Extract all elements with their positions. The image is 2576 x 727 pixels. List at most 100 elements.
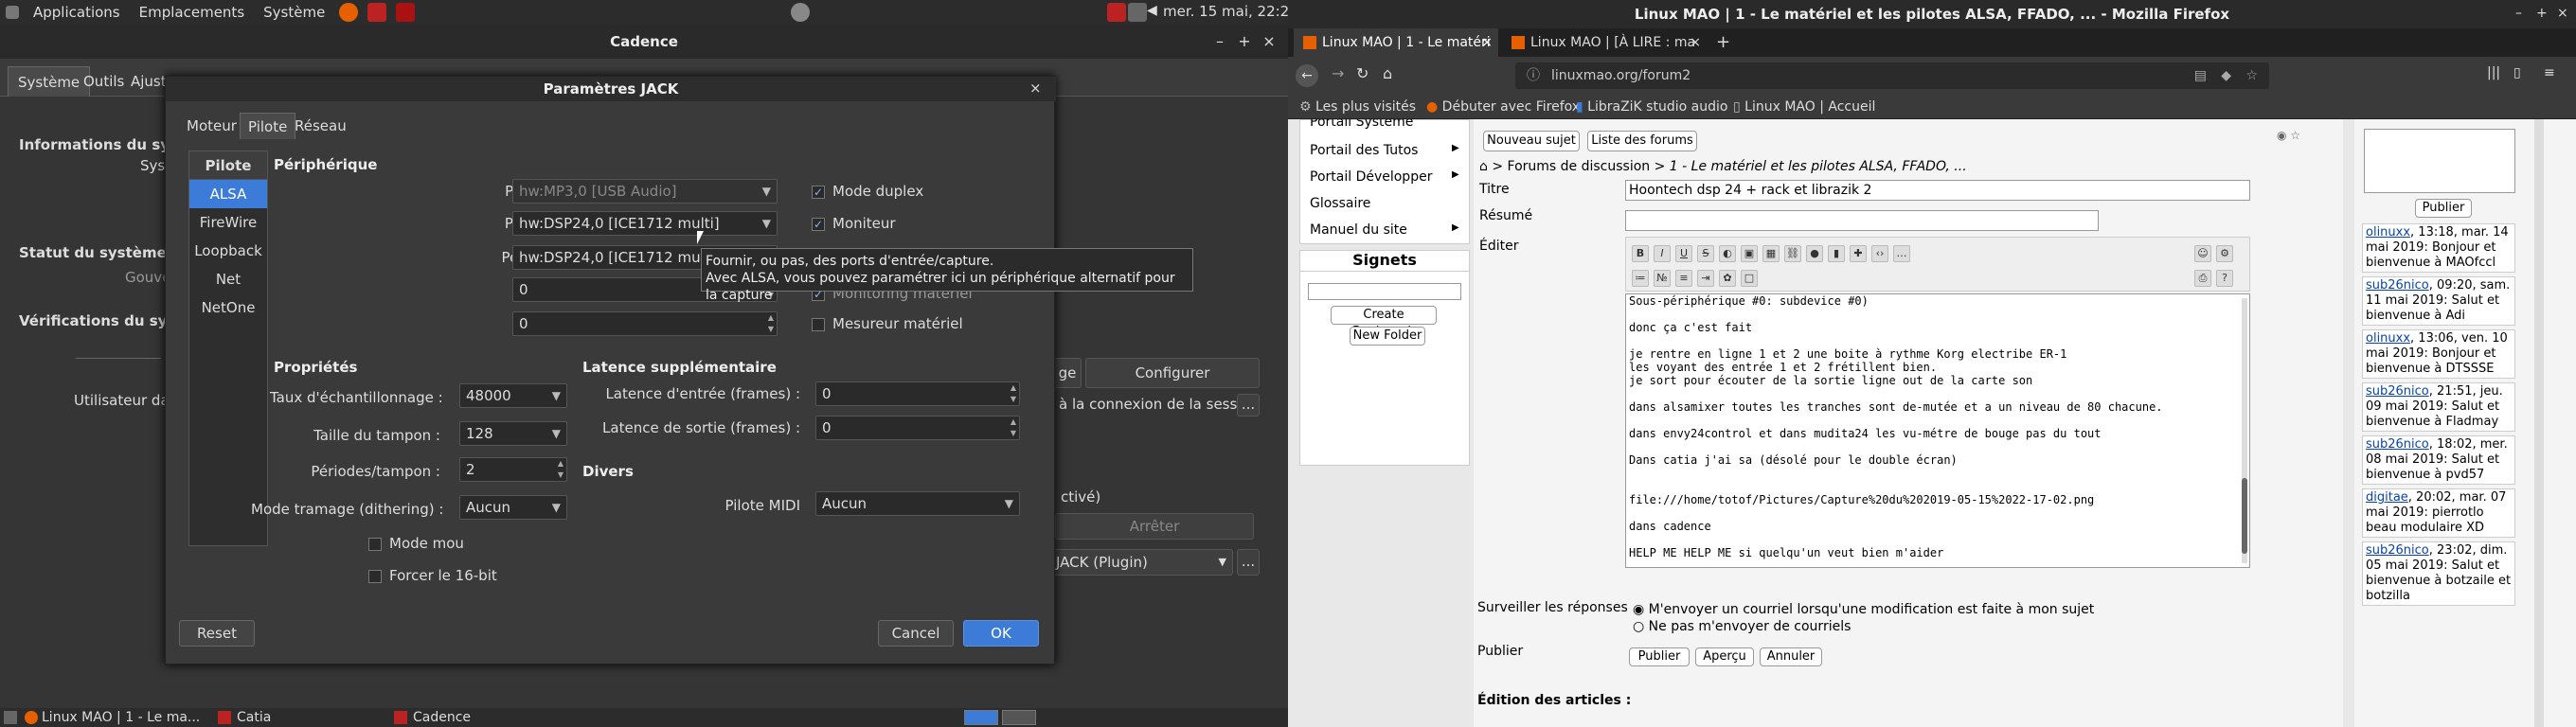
box-icon[interactable]: □: [1741, 270, 1758, 287]
spin-arrows-icon[interactable]: ▲▼: [1011, 382, 1016, 405]
show-desktop-icon[interactable]: [4, 711, 17, 724]
maximize-icon[interactable]: +: [2536, 6, 2548, 21]
weather-icon[interactable]: [791, 3, 810, 22]
driver-alsa[interactable]: ALSA: [189, 180, 267, 208]
workspace-1[interactable]: [964, 710, 998, 725]
italic-icon[interactable]: I: [1654, 245, 1671, 262]
ok-button[interactable]: OK: [963, 620, 1039, 647]
breadcrumb-topic[interactable]: 1 - Le matériel et les pilotes ALSA, FFA…: [1670, 159, 1967, 174]
print-icon[interactable]: ⎙: [2194, 270, 2211, 287]
flag-uk-icon[interactable]: ✚: [1850, 245, 1867, 262]
menu-portail-dev[interactable]: Portail Développer: [1310, 169, 1432, 185]
sample-rate-combo[interactable]: 48000 ▼: [459, 383, 567, 408]
menu-places[interactable]: Emplacements: [130, 4, 255, 21]
tab-close-icon[interactable]: ×: [1690, 28, 1701, 57]
bridge-more-button[interactable]: ...: [1237, 549, 1260, 576]
align-icon[interactable]: ≡: [1675, 270, 1692, 287]
bookmark-most-visited[interactable]: ⚙ Les plus visités: [1299, 95, 1416, 119]
driver-firewire[interactable]: FireWire: [189, 208, 267, 237]
image-icon[interactable]: ▣: [1741, 245, 1758, 262]
close-icon[interactable]: ×: [2557, 6, 2568, 21]
configure-button[interactable]: Configurer: [1085, 358, 1260, 388]
reader-icon[interactable]: ▤: [2194, 62, 2207, 89]
shoutbox-publish-button[interactable]: Publier: [2415, 199, 2472, 218]
output-channels-spinbox[interactable]: 0 ▲ ▼: [512, 311, 778, 336]
minimize-icon[interactable]: –: [2515, 6, 2522, 21]
interface-combo[interactable]: hw:MP3,0 [USB Audio] ▼: [512, 179, 778, 204]
watch-option-1[interactable]: ◉ M'envoyer un courriel lorsqu'une modif…: [1633, 602, 2094, 617]
help-icon[interactable]: ?: [2216, 270, 2233, 287]
bridge-combo[interactable]: JACK (Plugin) ▼: [1049, 549, 1233, 576]
star-icon[interactable]: ☆: [2245, 62, 2258, 89]
buffer-size-combo[interactable]: 128 ▼: [459, 421, 567, 446]
cancel-button[interactable]: Annuler: [1760, 647, 1822, 666]
menu-system[interactable]: Système: [254, 4, 334, 21]
table-icon[interactable]: ▦: [1762, 245, 1780, 262]
numbered-list-icon[interactable]: №: [1654, 270, 1671, 287]
periods-spinbox[interactable]: 2 ▲ ▼: [459, 457, 567, 482]
output-latency-spinbox[interactable]: 0 ▲ ▼: [815, 416, 1020, 440]
spin-arrows-icon[interactable]: ▲▼: [768, 312, 774, 335]
view-icon[interactable]: ◉ ☆: [2277, 129, 2300, 142]
editor-textarea[interactable]: Sous-périphérique #0: subdevice #0) donc…: [1625, 293, 2250, 568]
forward-icon[interactable]: →: [1332, 64, 1344, 82]
url-bar[interactable]: ⓘ linuxmao.org/forum2 ▤ ◆ ☆: [1515, 62, 2269, 89]
new-tab-icon[interactable]: +: [1716, 32, 1730, 52]
underline-icon[interactable]: U: [1675, 245, 1692, 262]
home-icon[interactable]: ⌂: [1479, 159, 1488, 174]
clock[interactable]: mer. 15 mai, 22:24: [1163, 3, 1298, 20]
link-icon[interactable]: ⛓: [1784, 245, 1801, 262]
taskbar-item-cadence[interactable]: Cadence: [394, 708, 546, 727]
library-icon[interactable]: |||: [2487, 65, 2500, 80]
stop-button[interactable]: Arrêter: [1055, 513, 1254, 540]
force-16bit-checkbox[interactable]: Forcer le 16-bit: [368, 567, 497, 584]
bookmark-librazik[interactable]: ▮ LibraZiK studio audio: [1576, 95, 1727, 119]
midi-driver-combo[interactable]: Aucun ▼: [815, 491, 1020, 516]
app-launcher-icon[interactable]: [367, 3, 387, 22]
watch-option-2[interactable]: ○ Ne pas m'envoyer de courriels: [1633, 619, 1851, 634]
tab-linuxmao-1[interactable]: Linux MAO | 1 - Le matéri ×: [1294, 28, 1498, 57]
sidebar-icon[interactable]: ▯: [2513, 65, 2521, 80]
driver-netone[interactable]: NetOne: [189, 293, 267, 322]
bold-icon[interactable]: B: [1632, 245, 1649, 262]
tray-app-icon[interactable]: [1107, 3, 1126, 22]
hw-meter-checkbox[interactable]: Mesureur matériel: [812, 315, 963, 332]
tab-close-icon[interactable]: ×: [1481, 28, 1493, 57]
menu-icon[interactable]: ≡: [2544, 65, 2555, 80]
menu-applications[interactable]: Applications: [24, 4, 130, 21]
reset-button[interactable]: Reset: [179, 620, 255, 647]
smiley-icon[interactable]: ☺: [2194, 245, 2211, 262]
menu-glossaire[interactable]: Glossaire: [1310, 196, 1370, 211]
breadcrumb-prefix[interactable]: > Forums de discussion >: [1492, 159, 1669, 174]
menu-portail-tutos[interactable]: Portail des Tutos: [1310, 143, 1418, 158]
create-bookmark-button[interactable]: Create Bookmark: [1331, 306, 1437, 339]
shoutbox-user-link[interactable]: sub26nico: [2366, 384, 2429, 399]
driver-loopback[interactable]: Loopback: [189, 237, 267, 265]
color-icon[interactable]: ◐: [1719, 245, 1736, 262]
close-icon[interactable]: ×: [1260, 32, 1279, 51]
spin-arrows-icon[interactable]: ▲▼: [558, 458, 564, 481]
title-input[interactable]: Hoontech dsp 24 + rack et librazik 2: [1625, 180, 2250, 201]
editor-scrollbar-thumb[interactable]: [2242, 478, 2247, 554]
shoutbox-user-link[interactable]: sub26nico: [2366, 543, 2429, 558]
minimize-icon[interactable]: –: [1210, 32, 1229, 51]
list-forums-button[interactable]: Liste des forums: [1587, 131, 1697, 151]
dither-combo[interactable]: Aucun ▼: [459, 495, 567, 520]
flag-icon[interactable]: ▮: [1828, 245, 1845, 262]
shoutbox-user-link[interactable]: sub26nico: [2366, 437, 2429, 452]
shoutbox-user-link[interactable]: olinuxx: [2366, 225, 2410, 239]
new-folder-button[interactable]: New Folder: [1350, 327, 1425, 346]
firefox-launcher-icon[interactable]: [339, 3, 359, 22]
menu-manuel[interactable]: Manuel du site: [1310, 222, 1407, 238]
globe-icon[interactable]: ●: [1806, 245, 1823, 262]
shoutbox-input[interactable]: [2364, 129, 2515, 193]
tab-network[interactable]: Réseau: [287, 113, 354, 139]
bookmark-linuxmao[interactable]: ▯ Linux MAO | Accueil: [1733, 95, 1875, 119]
shoutbox-user-link[interactable]: digitae: [2366, 490, 2408, 505]
close-icon[interactable]: ×: [1029, 80, 1042, 97]
ge-button[interactable]: ge: [1053, 358, 1082, 388]
tab-engine[interactable]: Moteur: [179, 113, 244, 139]
cancel-button[interactable]: Cancel: [878, 620, 954, 647]
shoutbox-user-link[interactable]: sub26nico: [2366, 278, 2429, 293]
soft-mode-checkbox[interactable]: Mode mou: [368, 535, 464, 552]
